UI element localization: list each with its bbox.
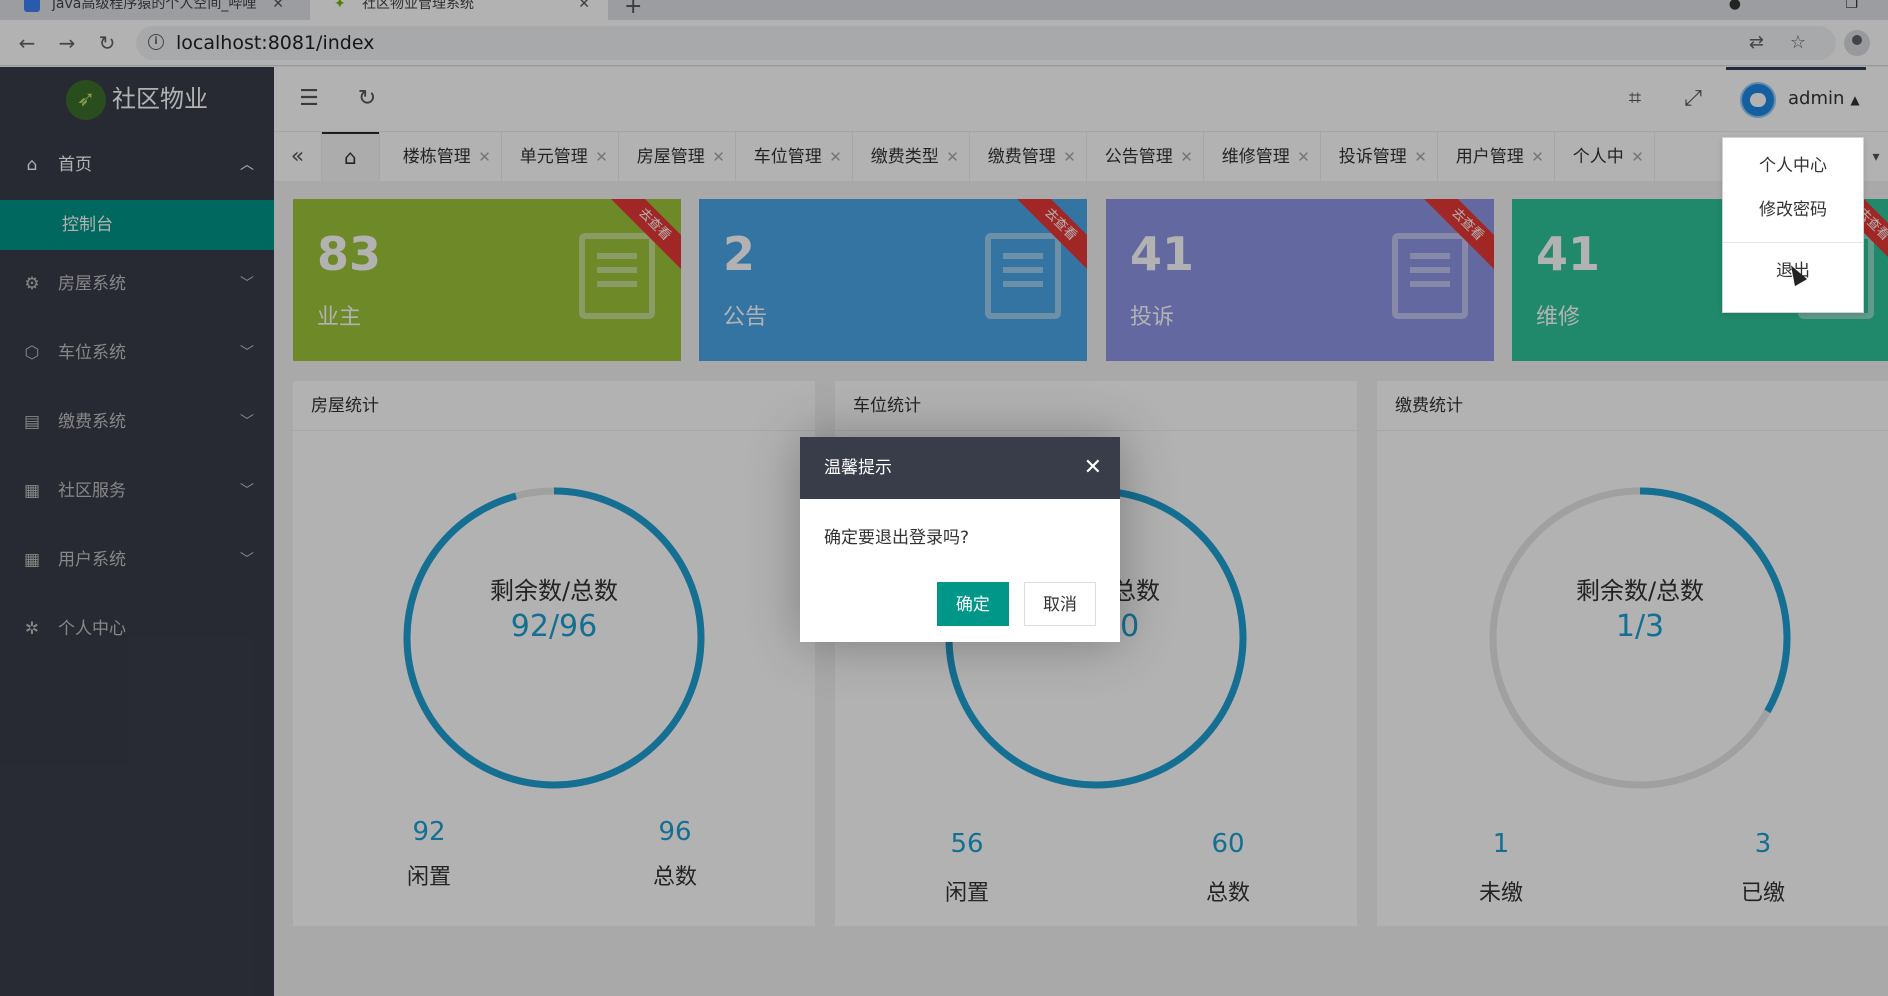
menu-item-personal-center[interactable]: 个人中心 — [1723, 144, 1863, 188]
cancel-button[interactable]: 取消 — [1024, 582, 1096, 626]
user-dropdown-menu: 个人中心 修改密码 退出 — [1722, 137, 1864, 313]
dialog-header: 温馨提示 ✕ — [800, 437, 1120, 499]
close-icon[interactable]: ✕ — [1084, 437, 1102, 499]
dialog-message: 确定要退出登录吗? — [824, 528, 970, 548]
menu-divider — [1723, 242, 1863, 243]
menu-item-change-password[interactable]: 修改密码 — [1723, 188, 1863, 232]
confirm-button[interactable]: 确定 — [936, 582, 1009, 626]
dialog-title: 温馨提示 — [824, 458, 892, 478]
logout-confirm-dialog: 温馨提示 ✕ 确定要退出登录吗? 确定 取消 — [800, 437, 1120, 642]
